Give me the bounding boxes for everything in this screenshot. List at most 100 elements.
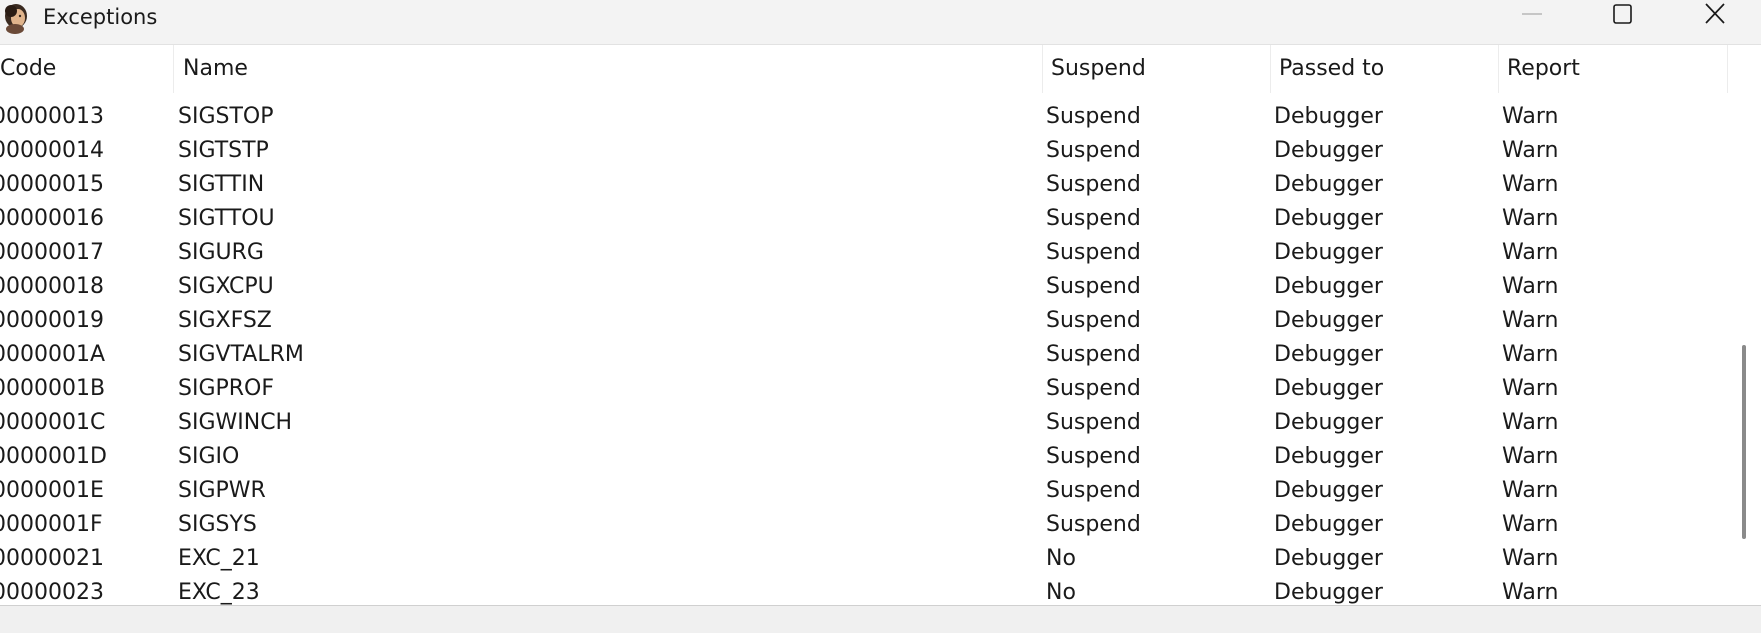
table-row[interactable]: 00000014 SIGTSTP Suspend Debugger Warn [0,134,1730,168]
cell-suspend[interactable]: Suspend [1046,508,1141,542]
cell-name: SIGURG [178,240,264,265]
cell-passed-to[interactable]: Debugger [1274,576,1383,605]
cell-code: 0000001D [0,444,107,469]
table-row[interactable]: 00000019 SIGXFSZ Suspend Debugger Warn [0,304,1730,338]
cell-name: SIGTSTP [178,138,269,163]
maximize-button[interactable] [1583,0,1663,32]
cell-name: EXC_21 [178,546,260,571]
cell-code: 00000014 [0,138,104,163]
cell-report[interactable]: Warn [1502,508,1558,542]
cell-passed-to[interactable]: Debugger [1274,202,1383,236]
cell-suspend[interactable]: Suspend [1046,338,1141,372]
cell-report[interactable]: Warn [1502,406,1558,440]
cell-passed-to[interactable]: Debugger [1274,168,1383,202]
cell-report[interactable]: Warn [1502,134,1558,168]
cell-report[interactable]: Warn [1502,474,1558,508]
cell-passed-to[interactable]: Debugger [1274,304,1383,338]
cell-suspend[interactable]: Suspend [1046,134,1141,168]
cell-name: SIGPROF [178,376,275,401]
cell-code: 0000001A [0,342,106,367]
cell-code: 00000023 [0,580,104,605]
cell-passed-to[interactable]: Debugger [1274,542,1383,576]
cell-suspend[interactable]: Suspend [1046,202,1141,236]
cell-name: SIGSYS [178,512,257,537]
cell-report[interactable]: Warn [1502,338,1558,372]
cell-report[interactable]: Warn [1502,270,1558,304]
table-row[interactable]: 00000021 EXC_21 No Debugger Warn [0,542,1730,576]
column-header-name[interactable]: Name [174,45,1043,93]
table-row[interactable]: 00000016 SIGTTOU Suspend Debugger Warn [0,202,1730,236]
cell-report[interactable]: Warn [1502,372,1558,406]
column-header-suspend[interactable]: Suspend [1043,45,1271,93]
cell-name: SIGIO [178,444,240,469]
cell-suspend[interactable]: Suspend [1046,406,1141,440]
cell-suspend[interactable]: No [1046,542,1076,576]
title-bar[interactable]: Exceptions [0,0,1761,44]
minimize-button[interactable] [1492,0,1572,32]
cell-name: SIGVTALRM [178,342,304,367]
table-body: 00000013 SIGSTOP Suspend Debugger Warn 0… [0,100,1730,605]
column-header-report[interactable]: Report [1499,45,1728,93]
table-row[interactable]: 0000001A SIGVTALRM Suspend Debugger Warn [0,338,1730,372]
cell-report[interactable]: Warn [1502,440,1558,474]
cell-suspend[interactable]: Suspend [1046,474,1141,508]
close-icon [1705,3,1725,24]
table-row[interactable]: 00000018 SIGXCPU Suspend Debugger Warn [0,270,1730,304]
table-row[interactable]: 00000023 EXC_23 No Debugger Warn [0,576,1730,605]
vertical-scrollbar[interactable] [1742,345,1746,539]
cell-suspend[interactable]: Suspend [1046,168,1141,202]
cell-code: 00000021 [0,546,104,571]
cell-name: SIGPWR [178,478,266,503]
cell-passed-to[interactable]: Debugger [1274,270,1383,304]
table-row[interactable]: 0000001D SIGIO Suspend Debugger Warn [0,440,1730,474]
cell-suspend[interactable]: No [1046,576,1076,605]
cell-passed-to[interactable]: Debugger [1274,508,1383,542]
cell-passed-to[interactable]: Debugger [1274,134,1383,168]
cell-passed-to[interactable]: Debugger [1274,406,1383,440]
window-bottom-strip [0,606,1761,633]
cell-name: EXC_23 [178,580,260,605]
table-row[interactable]: 0000001F SIGSYS Suspend Debugger Warn [0,508,1730,542]
cell-name: SIGWINCH [178,410,293,435]
table-row[interactable]: 00000015 SIGTTIN Suspend Debugger Warn [0,168,1730,202]
cell-suspend[interactable]: Suspend [1046,100,1141,134]
table-row[interactable]: 00000013 SIGSTOP Suspend Debugger Warn [0,100,1730,134]
cell-name: SIGTTOU [178,206,275,231]
cell-suspend[interactable]: Suspend [1046,304,1141,338]
table-header: Code Name Suspend Passed to Report [0,45,1730,94]
cell-suspend[interactable]: Suspend [1046,236,1141,270]
cell-code: 00000019 [0,308,104,333]
table-row[interactable]: 0000001E SIGPWR Suspend Debugger Warn [0,474,1730,508]
cell-report[interactable]: Warn [1502,100,1558,134]
exceptions-table[interactable]: Code Name Suspend Passed to Report 00000… [0,44,1761,606]
cell-report[interactable]: Warn [1502,236,1558,270]
table-row[interactable]: 0000001C SIGWINCH Suspend Debugger Warn [0,406,1730,440]
cell-passed-to[interactable]: Debugger [1274,100,1383,134]
cell-code: 0000001E [0,478,104,503]
cell-name: SIGSTOP [178,104,274,129]
table-row[interactable]: 00000017 SIGURG Suspend Debugger Warn [0,236,1730,270]
cell-name: SIGXCPU [178,274,274,299]
cell-report[interactable]: Warn [1502,202,1558,236]
cell-passed-to[interactable]: Debugger [1274,372,1383,406]
column-header-code[interactable]: Code [0,45,174,93]
cell-passed-to[interactable]: Debugger [1274,474,1383,508]
cell-report[interactable]: Warn [1502,576,1558,605]
cell-report[interactable]: Warn [1502,542,1558,576]
cell-passed-to[interactable]: Debugger [1274,236,1383,270]
cell-name: SIGXFSZ [178,308,272,333]
cell-report[interactable]: Warn [1502,304,1558,338]
column-header-passed-to[interactable]: Passed to [1271,45,1499,93]
maximize-icon [1613,4,1632,24]
cell-suspend[interactable]: Suspend [1046,440,1141,474]
cell-code: 00000018 [0,274,104,299]
close-button[interactable] [1675,0,1755,32]
table-row[interactable]: 0000001B SIGPROF Suspend Debugger Warn [0,372,1730,406]
cell-suspend[interactable]: Suspend [1046,372,1141,406]
cell-passed-to[interactable]: Debugger [1274,338,1383,372]
cell-passed-to[interactable]: Debugger [1274,440,1383,474]
cell-suspend[interactable]: Suspend [1046,270,1141,304]
cell-report[interactable]: Warn [1502,168,1558,202]
app-portrait-icon [1,2,33,34]
window-title: Exceptions [43,5,158,29]
